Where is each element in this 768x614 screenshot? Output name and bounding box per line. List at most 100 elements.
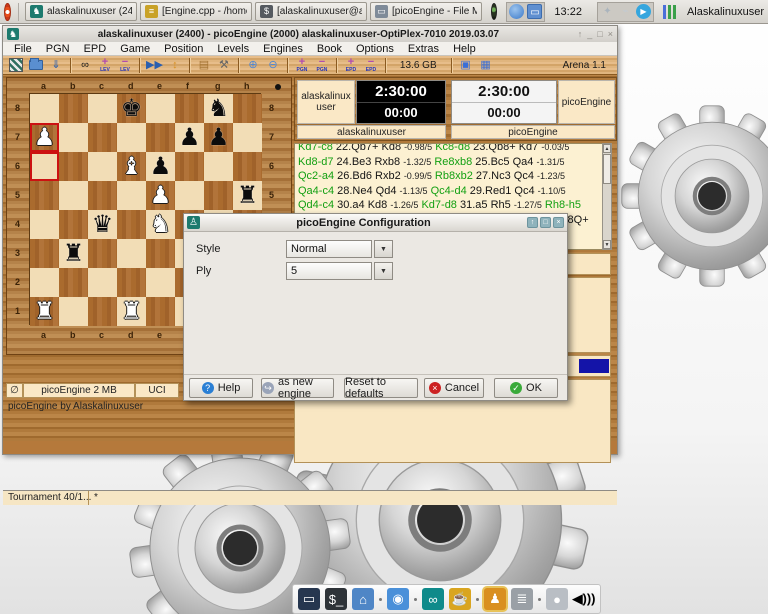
square-h8[interactable] bbox=[233, 94, 262, 123]
square-a3[interactable] bbox=[30, 239, 59, 268]
desktop-icon[interactable]: ▭ bbox=[298, 588, 320, 610]
square-c7[interactable] bbox=[88, 123, 117, 152]
window-control-icon[interactable]: × bbox=[608, 29, 613, 39]
menu-engines[interactable]: Engines bbox=[256, 43, 310, 55]
square-c3[interactable] bbox=[88, 239, 117, 268]
square-b6[interactable] bbox=[59, 152, 88, 181]
square-d4[interactable] bbox=[117, 210, 146, 239]
level-minus-icon[interactable]: −LEV bbox=[117, 57, 133, 73]
dialog-control-icon[interactable]: □ bbox=[540, 217, 551, 228]
square-b1[interactable] bbox=[59, 297, 88, 326]
camera-icon[interactable]: ● bbox=[546, 588, 568, 610]
arduino-icon[interactable]: ∞ bbox=[422, 588, 444, 610]
black-king-d8[interactable]: ♚ bbox=[117, 94, 146, 123]
square-d5[interactable] bbox=[117, 181, 146, 210]
help-button[interactable]: ?Help bbox=[189, 378, 253, 398]
square-f5[interactable] bbox=[175, 181, 204, 210]
menu-file[interactable]: File bbox=[7, 43, 39, 55]
move-token[interactable]: Qc4-d4 bbox=[431, 185, 467, 197]
tools-icon[interactable]: ⚒ bbox=[216, 57, 232, 73]
move-token[interactable]: -1.32/5 bbox=[403, 157, 431, 167]
square-e8[interactable] bbox=[146, 94, 175, 123]
move-token[interactable]: -1.23/5 bbox=[537, 171, 565, 181]
move-token[interactable]: -0.98/5 bbox=[404, 143, 432, 152]
taskbar-window-button[interactable]: $[alaskalinuxuser@alask... bbox=[255, 2, 367, 21]
move-token[interactable]: -1.27/5 bbox=[514, 200, 542, 210]
camera-lens-icon[interactable] bbox=[491, 3, 497, 20]
scroll-thumb[interactable] bbox=[603, 154, 611, 184]
move-token[interactable]: Qd4-c4 bbox=[298, 199, 334, 211]
dialog-titlebar[interactable]: ♙ picoEngine Configuration ↑□× bbox=[184, 214, 567, 232]
black-knight-g8[interactable]: ♞ bbox=[204, 94, 233, 123]
file-manager-tray-icon[interactable]: ▭ bbox=[527, 4, 542, 19]
white-knight-e4[interactable]: ♞ bbox=[146, 210, 175, 239]
style-select[interactable]: Normal ▼ bbox=[286, 240, 393, 258]
server-icon[interactable]: ≣ bbox=[511, 588, 533, 610]
move-token[interactable]: 26.Bd6 Rxb2 bbox=[337, 170, 401, 182]
epd-plus-icon[interactable]: +EPD bbox=[343, 57, 359, 73]
move-token[interactable]: -1.13/5 bbox=[400, 186, 428, 196]
memory-label[interactable]: 13.6 GB bbox=[392, 57, 445, 73]
move-token[interactable]: 27.Nc3 Qc4 bbox=[476, 170, 534, 182]
move-token[interactable]: 30.a4 Kd8 bbox=[337, 199, 387, 211]
file-manager-icon[interactable]: ⌂ bbox=[352, 588, 374, 610]
move-token[interactable]: 24.Be3 Rxb8 bbox=[337, 156, 401, 168]
move-token[interactable]: 28.Ne4 Qd4 bbox=[337, 185, 396, 197]
square-c5[interactable] bbox=[88, 181, 117, 210]
as-new-engine-button[interactable]: ↪as new engine bbox=[261, 378, 334, 398]
engine-state-icon[interactable]: ∅ bbox=[6, 383, 23, 398]
square-b5[interactable] bbox=[59, 181, 88, 210]
dialog-control-icon[interactable]: × bbox=[553, 217, 564, 228]
square-e2[interactable] bbox=[146, 268, 175, 297]
window-control-icon[interactable]: ↑ bbox=[578, 29, 583, 39]
move-token[interactable]: Rb8xb2 bbox=[435, 170, 473, 182]
pgn-minus-icon[interactable]: −PGN bbox=[314, 57, 330, 73]
square-b7[interactable] bbox=[59, 123, 88, 152]
volume-icon[interactable]: ◀))) bbox=[573, 588, 595, 610]
square-f8[interactable] bbox=[175, 94, 204, 123]
menu-pgn[interactable]: PGN bbox=[39, 43, 77, 55]
move-token[interactable]: Kc8-d8 bbox=[435, 143, 470, 153]
infinite-mode-icon[interactable]: ∞ bbox=[77, 57, 93, 73]
fullscreen-icon[interactable]: ▣ bbox=[458, 57, 474, 73]
window-control-icon[interactable]: □ bbox=[597, 29, 602, 39]
square-b2[interactable] bbox=[59, 268, 88, 297]
square-a2[interactable] bbox=[30, 268, 59, 297]
move-token[interactable]: 25.Bc5 Qa4 bbox=[475, 156, 533, 168]
layout-grid-icon[interactable]: ▦ bbox=[478, 57, 494, 73]
taskbar-window-button[interactable]: ▭[picoEngine - File Mana... bbox=[370, 2, 482, 21]
white-rook-d1[interactable]: ♜ bbox=[117, 297, 146, 326]
menu-options[interactable]: Options bbox=[349, 43, 401, 55]
square-c1[interactable] bbox=[88, 297, 117, 326]
black-rook-b3[interactable]: ♜ bbox=[59, 239, 88, 268]
scroll-up-icon[interactable]: ▲ bbox=[603, 144, 611, 153]
telegram-icon[interactable]: ▶ bbox=[636, 4, 651, 19]
black-rook-h5[interactable]: ♜ bbox=[233, 181, 262, 210]
black-pawn-e6[interactable]: ♟ bbox=[146, 152, 175, 181]
app-launcher-icon[interactable] bbox=[4, 3, 11, 21]
level-plus-icon[interactable]: +LEV bbox=[97, 57, 113, 73]
reset-to-defaults-button[interactable]: Reset to defaults bbox=[344, 378, 418, 398]
zoom-out-icon[interactable]: ⊖ bbox=[265, 57, 281, 73]
move-token[interactable]: Kd8-d7 bbox=[298, 156, 333, 168]
bluetooth-icon[interactable]: ✦ bbox=[600, 4, 615, 19]
square-a5[interactable] bbox=[30, 181, 59, 210]
engine-name-cell[interactable]: picoEngine 2 MB bbox=[23, 383, 135, 398]
white-rook-a1[interactable]: ♜ bbox=[30, 297, 59, 326]
demo-icon[interactable]: ▶▶ bbox=[146, 57, 163, 73]
white-pawn-e5[interactable]: ♟ bbox=[146, 181, 175, 210]
move-token[interactable]: 29.Red1 Qc4 bbox=[470, 185, 535, 197]
white-bishop-d6[interactable]: ♝ bbox=[117, 152, 146, 181]
style-value[interactable]: Normal bbox=[286, 240, 372, 258]
move-token[interactable]: Qc2-a4 bbox=[298, 170, 334, 182]
menu-help[interactable]: Help bbox=[446, 43, 483, 55]
move-list-scrollbar[interactable]: ▲ ▼ bbox=[602, 143, 612, 250]
pgn-plus-icon[interactable]: +PGN bbox=[294, 57, 310, 73]
genie-lamp-icon[interactable]: ☕ bbox=[449, 588, 471, 610]
menu-extras[interactable]: Extras bbox=[401, 43, 446, 55]
move-token[interactable]: -0.03/5 bbox=[541, 143, 569, 152]
terminal-icon[interactable]: $_ bbox=[325, 588, 347, 610]
move-token[interactable]: Kd7-c8 bbox=[298, 143, 333, 153]
move-token[interactable]: 31.a5 Rh5 bbox=[460, 199, 511, 211]
browser-tray-icon[interactable] bbox=[509, 4, 524, 19]
